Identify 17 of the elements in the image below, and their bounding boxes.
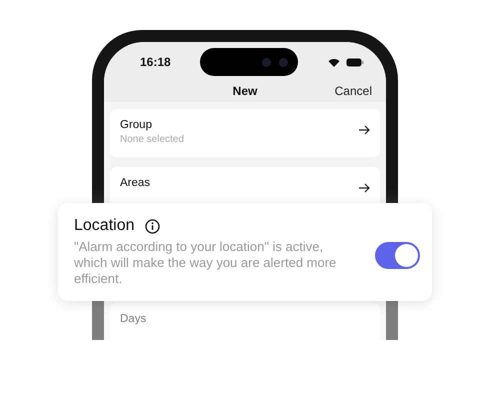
- arrow-right-icon: [358, 125, 370, 135]
- arrow-right-icon: [358, 183, 370, 193]
- battery-icon: [346, 58, 364, 66]
- row-subtitle: None selected: [120, 134, 185, 145]
- list-row[interactable]: Group None selected: [110, 109, 380, 157]
- cancel-button[interactable]: Cancel: [334, 84, 372, 98]
- row-title: Days: [120, 313, 148, 325]
- info-icon[interactable]: [144, 218, 160, 234]
- status-time: 16:18: [140, 55, 172, 69]
- row-title: Areas: [120, 177, 152, 189]
- card-title: Location: [74, 217, 134, 235]
- list-row[interactable]: Days: [110, 303, 380, 340]
- card-description: "Alarm according to your location" is active, which will make the way you are alerted more efficient.: [74, 239, 338, 287]
- screen-title: New: [232, 84, 258, 98]
- row-title: Group: [120, 119, 153, 131]
- location-toggle[interactable]: [375, 242, 420, 268]
- wifi-icon: [328, 58, 340, 66]
